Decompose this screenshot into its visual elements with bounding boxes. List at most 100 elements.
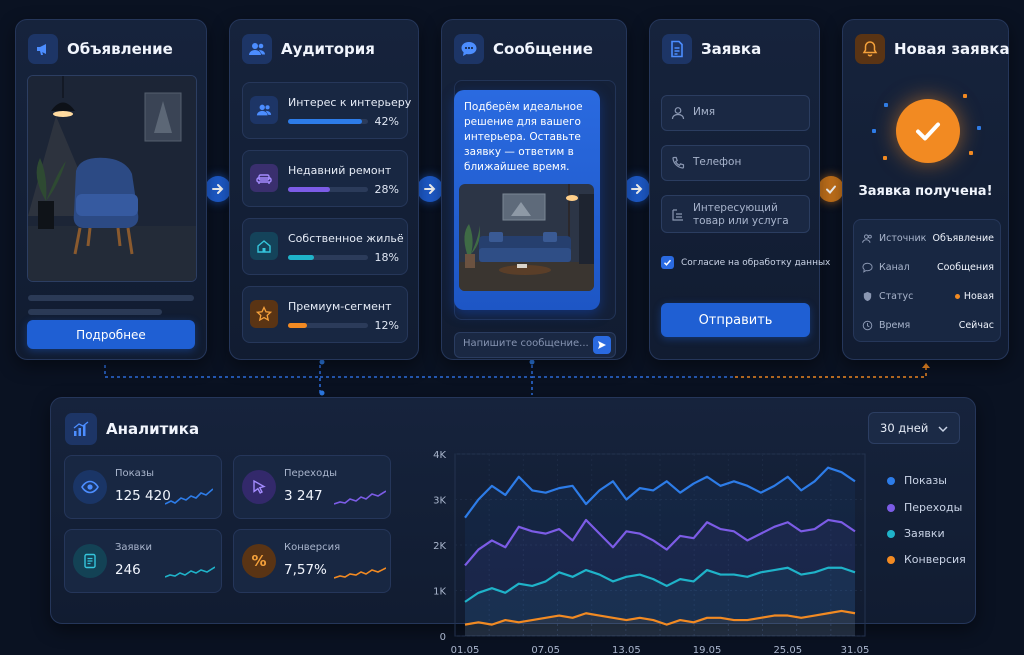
consent-checkbox[interactable] xyxy=(661,256,674,269)
detail-value: Сообщения xyxy=(936,261,994,273)
check-icon xyxy=(826,185,836,194)
users-icon xyxy=(862,233,872,243)
submit-button[interactable]: Отправить xyxy=(661,303,810,337)
legend-item: Переходы xyxy=(887,501,962,514)
shield-icon xyxy=(863,291,872,301)
message-bubble-text: Подберём идеальное решение для вашего ин… xyxy=(464,101,583,173)
audience-progress-fill xyxy=(288,187,330,192)
user-icon xyxy=(671,107,685,120)
ad-card: Объявление Подробнее xyxy=(15,19,207,360)
document-icon xyxy=(662,34,692,64)
kpi-label: Конверсия xyxy=(284,542,341,553)
kpi-clicks[interactable]: Переходы 3 247 xyxy=(233,455,391,519)
users-icon xyxy=(242,34,272,64)
document-icon xyxy=(73,544,107,578)
legend-label: Переходы xyxy=(904,501,963,514)
audience-item-pct: 42% xyxy=(374,115,399,128)
audience-progress-fill xyxy=(288,255,315,260)
users-icon xyxy=(250,96,278,124)
sparkle-decoration xyxy=(883,156,887,160)
legend-swatch xyxy=(887,476,895,485)
x-tick-label: 07.05 xyxy=(531,645,560,655)
detail-value: Объявление xyxy=(932,232,994,244)
kpi-label: Заявки xyxy=(115,542,152,553)
request-card: Заявка Имя Телефон Интересующий товар ил… xyxy=(649,19,830,360)
legend-swatch xyxy=(887,529,895,538)
kpi-views[interactable]: Показы 125 420 xyxy=(64,455,222,519)
audience-item[interactable]: Интерес к интерьеру 42% xyxy=(242,82,412,139)
kpi-sparkline xyxy=(334,567,386,579)
audience-progress xyxy=(288,323,368,328)
x-tick-label: 25.05 xyxy=(773,645,802,655)
more-button[interactable]: Подробнее xyxy=(27,320,195,349)
phone-field[interactable]: Телефон xyxy=(661,145,810,181)
kpi-sparkline xyxy=(165,566,215,578)
x-tick-label: 13.05 xyxy=(612,645,641,655)
detail-value: Сейчас xyxy=(958,319,994,331)
ad-image xyxy=(27,75,197,282)
sparkle-decoration xyxy=(977,126,981,130)
audience-item-label: Интерес к интерьеру xyxy=(288,96,412,109)
ad-title: Объявление xyxy=(67,40,173,58)
request-title: Заявка xyxy=(701,40,762,58)
period-value: 30 дней xyxy=(880,421,929,435)
message-input-box xyxy=(454,332,616,358)
audience-item[interactable]: Недавний ремонт 28% xyxy=(242,150,408,207)
flow-arrow-3 xyxy=(624,176,650,202)
list-icon xyxy=(672,209,683,221)
x-tick-label: 31.05 xyxy=(841,645,870,655)
message-card: Сообщение Подберём идеальное решение для… xyxy=(441,19,627,360)
legend-item: Заявки xyxy=(887,527,945,540)
analytics-panel: Аналитика 30 дней Показы 125 420 Переход… xyxy=(50,397,976,655)
kpi-value: 3 247 xyxy=(284,488,323,504)
detail-row-status: Статус Новая xyxy=(862,289,994,303)
send-button[interactable] xyxy=(593,336,611,354)
chat-icon xyxy=(862,262,873,273)
audience-title: Аудитория xyxy=(281,40,375,58)
kpi-sparkline xyxy=(334,490,386,505)
audience-item[interactable]: Собственное жильё 18% xyxy=(242,218,408,275)
message-title: Сообщение xyxy=(493,40,593,58)
request-details: Источник Объявление Канал Сообщения Стат… xyxy=(853,219,1001,342)
legend-item: Показы xyxy=(887,474,947,487)
audience-item[interactable]: Премиум-сегмент 12% xyxy=(242,286,408,343)
legend-item: Конверсия xyxy=(887,553,966,566)
message-bubble: Подберём идеальное решение для вашего ин… xyxy=(454,90,600,310)
detail-key: Источник xyxy=(879,232,927,244)
period-select[interactable]: 30 дней xyxy=(868,412,960,444)
message-image xyxy=(459,184,594,291)
flow-arrow-1 xyxy=(205,176,231,202)
arrow-right-icon xyxy=(212,184,224,194)
message-input[interactable] xyxy=(463,338,591,349)
legend-label: Конверсия xyxy=(904,553,966,566)
name-field[interactable]: Имя xyxy=(661,95,810,131)
phone-icon xyxy=(672,156,685,169)
detail-row-source: Источник Объявление xyxy=(862,231,994,245)
home-icon xyxy=(250,232,278,260)
status-dot xyxy=(954,293,960,299)
detail-key: Канал xyxy=(879,261,910,273)
kpi-requests[interactable]: Заявки 246 xyxy=(64,529,222,593)
flow-check xyxy=(818,176,844,202)
consent-row[interactable]: Согласие на обработку данных xyxy=(661,256,830,269)
ad-text-placeholder xyxy=(28,295,194,301)
audience-card: Аудитория Интерес к интерьеру 42% Недавн… xyxy=(229,19,419,360)
audience-item-pct: 12% xyxy=(374,319,399,332)
bell-icon xyxy=(855,34,885,64)
legend-label: Заявки xyxy=(904,527,945,540)
product-field[interactable]: Интересующий товар или услуга xyxy=(661,195,810,233)
audience-item-label: Недавний ремонт xyxy=(288,164,392,177)
kpi-value: 246 xyxy=(115,562,141,578)
chevron-down-icon xyxy=(938,426,948,433)
kpi-conversion[interactable]: % Конверсия 7,57% xyxy=(233,529,391,593)
detail-value-status: Новая xyxy=(954,291,994,302)
send-icon xyxy=(598,341,606,349)
percent-icon: % xyxy=(242,544,276,578)
ad-text-placeholder xyxy=(28,309,162,315)
x-tick-label: 19.05 xyxy=(693,645,722,655)
y-tick-label: 2K xyxy=(433,541,446,552)
audience-progress-fill xyxy=(288,119,362,124)
kpi-label: Переходы xyxy=(284,468,338,479)
kpi-value: 7,57% xyxy=(284,562,327,578)
star-icon xyxy=(250,300,278,328)
